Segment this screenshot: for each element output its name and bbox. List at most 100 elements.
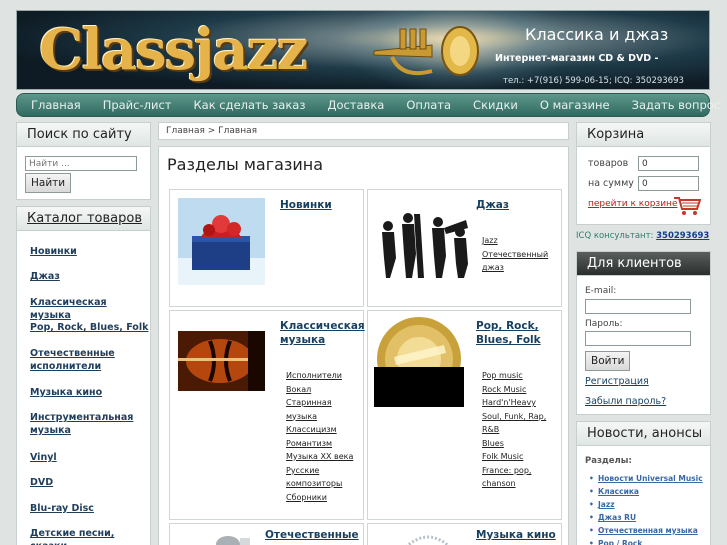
catalog-item-classical[interactable]: Классическая музыка	[17, 296, 150, 322]
catalog-item-domestic[interactable]: Отечественные исполнители	[17, 347, 127, 373]
nav-discounts[interactable]: Скидки	[473, 98, 518, 112]
section-title-new[interactable]: Новинки	[280, 198, 332, 212]
password-field[interactable]	[585, 331, 691, 346]
breadcrumb[interactable]: Главная > Главная	[158, 122, 569, 140]
main-content: Разделы магазина Новинки Джаз Jazz Отече…	[158, 146, 569, 545]
site-subtitle: Интернет-магазин CD & DVD -	[495, 53, 659, 64]
section-tile-domestic: Отечественные	[169, 523, 364, 545]
login-button[interactable]: Войти	[585, 351, 631, 371]
catalog-box-title: Каталог товаров	[17, 207, 150, 231]
icq-consultant: ICQ консультант: 350293693	[576, 231, 709, 241]
section-tile-jazz: Джаз Jazz Отечественный джаз	[367, 189, 562, 307]
section-links-classical: Исполнители Вокал Старинная музыка Класс…	[286, 369, 358, 504]
microphone-image[interactable]	[210, 530, 260, 545]
link-compilations[interactable]: Сборники	[286, 491, 358, 505]
main-nav: Главная Прайс-лист Как сделать заказ Дос…	[16, 93, 720, 117]
nav-delivery[interactable]: Доставка	[327, 98, 384, 112]
cart-sum-value	[638, 176, 699, 191]
catalog-item-kids[interactable]: Детские песни, сказки	[17, 527, 150, 545]
news-item-jazz-ru[interactable]: Джаз RU	[585, 511, 709, 524]
link-20th-century[interactable]: Музыка XX века	[286, 450, 358, 464]
cart-box-title: Корзина	[577, 123, 710, 147]
section-title-jazz[interactable]: Джаз	[476, 198, 509, 212]
news-list: Новости Universal Music Классика Jazz Дж…	[585, 472, 709, 545]
site-title: Классика и джаз	[525, 25, 669, 44]
cart-box: Корзина товаров на сумму перейти к корзи…	[576, 122, 711, 225]
section-title-domestic[interactable]: Отечественные	[265, 528, 359, 542]
link-folk-music[interactable]: Folk Music	[482, 450, 560, 464]
catalog-item-vinyl[interactable]: Vinyl	[17, 451, 57, 464]
link-soul-funk[interactable]: Soul, Funk, Rap, R&B	[482, 410, 560, 437]
link-domestic-jazz[interactable]: Отечественный джаз	[482, 248, 560, 275]
news-item-pop-rock[interactable]: Pop / Rock	[585, 537, 709, 545]
section-title-film-music[interactable]: Музыка кино	[476, 528, 556, 542]
search-button[interactable]: Найти	[25, 173, 72, 193]
link-russian-composers[interactable]: Русские композиторы	[286, 464, 358, 491]
catalog-item-bluray[interactable]: Blu-ray Disc	[17, 502, 94, 515]
clients-box-title: Для клиентов	[577, 252, 710, 276]
section-tile-classical: Классическая музыка Исполнители Вокал Ст…	[169, 310, 365, 520]
section-links-pop-rock: Pop music Rock Music Hard'n'Heavy Soul, …	[482, 369, 560, 491]
password-label: Пароль:	[585, 319, 623, 329]
link-blues[interactable]: Blues	[482, 437, 560, 451]
go-to-cart-link[interactable]: перейти к корзине	[588, 199, 677, 209]
news-box-title: Новости, анонсы	[577, 422, 710, 446]
nav-how-to-order[interactable]: Как сделать заказ	[193, 98, 305, 112]
link-romanticism[interactable]: Романтизм	[286, 437, 358, 451]
catalog-item-jazz[interactable]: Джаз	[17, 270, 60, 283]
contact-phone: тел.: +7(916) 599-06-15; ICQ: 350293693	[503, 76, 684, 86]
link-classicism[interactable]: Классицизм	[286, 423, 358, 437]
header-banner: Classjazz Классика и джаз Интернет-магаз…	[16, 10, 710, 90]
link-pop-music[interactable]: Pop music	[482, 369, 560, 383]
section-title-classical[interactable]: Классическая музыка	[280, 319, 365, 347]
gold-disc-image[interactable]	[374, 317, 464, 407]
nav-price-list[interactable]: Прайс-лист	[103, 98, 172, 112]
nav-payment[interactable]: Оплата	[406, 98, 451, 112]
shopping-cart-icon[interactable]	[673, 195, 701, 217]
nav-home[interactable]: Главная	[31, 98, 81, 112]
section-tile-pop-rock: Pop, Rock, Blues, Folk Pop music Rock Mu…	[367, 310, 562, 520]
link-early-music[interactable]: Старинная музыка	[286, 396, 358, 423]
section-links-jazz: Jazz Отечественный джаз	[482, 234, 560, 275]
catalog-item-new[interactable]: Новинки	[17, 245, 77, 258]
section-tile-film-music: Музыка кино	[367, 523, 562, 545]
catalog-item-film-music[interactable]: Музыка кино	[17, 386, 102, 399]
catalog-item-pop-rock[interactable]: Pop, Rock, Blues, Folk	[17, 321, 148, 334]
news-item-universal[interactable]: Новости Universal Music	[585, 472, 709, 485]
jazz-band-image[interactable]	[374, 208, 472, 280]
link-hard-n-heavy[interactable]: Hard'n'Heavy	[482, 396, 560, 410]
news-box: Новости, анонсы Разделы: Новости Univers…	[576, 421, 711, 545]
violin-image[interactable]	[178, 331, 265, 391]
news-sections-label: Разделы:	[585, 456, 632, 466]
register-link[interactable]: Регистрация	[585, 376, 649, 387]
nav-ask-question[interactable]: Задать вопрос	[632, 98, 721, 112]
search-input[interactable]	[25, 156, 137, 171]
cart-items-label: товаров	[588, 158, 629, 169]
link-vocal[interactable]: Вокал	[286, 383, 358, 397]
catalog-box: Каталог товаров Новинки Джаз Классическа…	[16, 206, 151, 545]
gift-box-image[interactable]	[178, 198, 265, 285]
film-reel-image[interactable]	[398, 530, 458, 545]
search-box-title: Поиск по сайту	[17, 123, 150, 147]
site-logo[interactable]: Classjazz	[39, 17, 308, 83]
news-item-jazz[interactable]: Jazz	[585, 498, 709, 511]
link-france-chanson[interactable]: France: pop, chanson	[482, 464, 560, 491]
cart-sum-label: на сумму	[588, 178, 634, 189]
link-performers[interactable]: Исполнители	[286, 369, 358, 383]
forgot-password-link[interactable]: Забыли пароль?	[585, 396, 666, 407]
link-jazz[interactable]: Jazz	[482, 234, 560, 248]
email-field[interactable]	[585, 299, 691, 314]
catalog-item-dvd[interactable]: DVD	[17, 476, 53, 489]
section-title-pop-rock[interactable]: Pop, Rock, Blues, Folk	[476, 319, 556, 347]
link-rock-music[interactable]: Rock Music	[482, 383, 560, 397]
section-tile-new: Новинки	[169, 189, 364, 307]
search-box: Поиск по сайту Найти	[16, 122, 151, 200]
catalog-item-instrumental[interactable]: Инструментальная музыка	[17, 411, 133, 437]
news-item-classics[interactable]: Классика	[585, 485, 709, 498]
icq-number[interactable]: 350293693	[656, 231, 709, 241]
nav-about[interactable]: О магазине	[540, 98, 610, 112]
cart-items-count	[638, 156, 699, 171]
page-title: Разделы магазина	[167, 155, 324, 174]
news-item-domestic[interactable]: Отечественная музыка	[585, 524, 709, 537]
clients-box: Для клиентов E-mail: Пароль: Войти Регис…	[576, 251, 711, 415]
